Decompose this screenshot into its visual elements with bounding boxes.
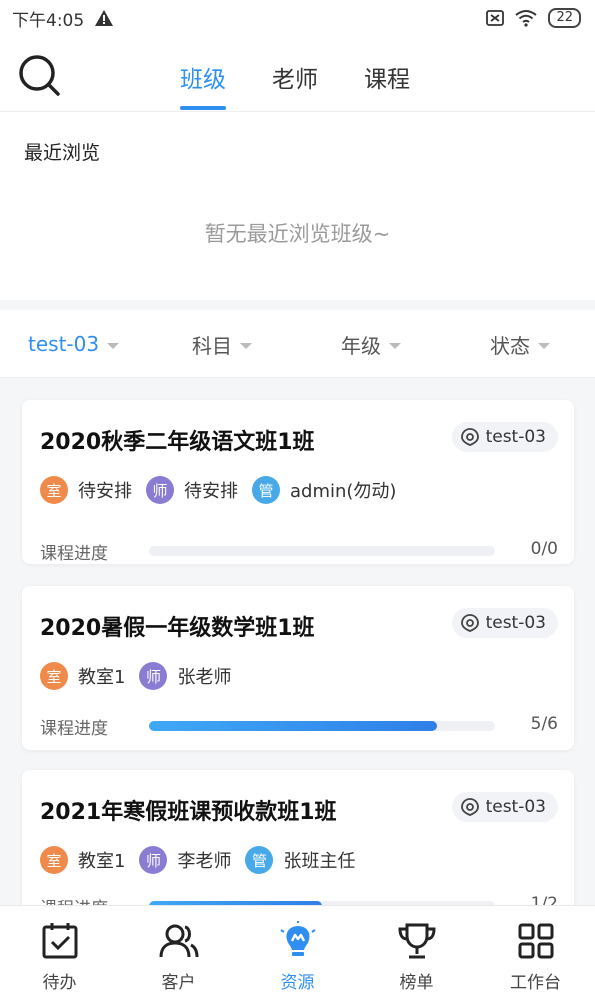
status-bar: 下午4:05 22 (0, 0, 595, 36)
person-name: 教室1 (78, 667, 126, 688)
filter-grade[interactable]: 年级 (341, 310, 401, 378)
person-name: admin(勿动) (290, 481, 397, 502)
person-manager: 管 张班主任 (245, 846, 355, 874)
progress-fill (149, 721, 438, 731)
progress-label: 课程进度 (40, 544, 108, 564)
top-tabs: 班级 老师 课程 (180, 36, 410, 112)
person-teacher: 师 张老师 (139, 662, 231, 690)
teacher-role-icon: 师 (139, 846, 168, 874)
trophy-icon (397, 923, 436, 959)
people-row: 室 教室1 师 张老师 (40, 662, 245, 690)
nav-label: 榜单 (399, 973, 434, 993)
person-name: 教室1 (78, 851, 126, 872)
caret-down-icon (107, 342, 120, 349)
campus-label: test-03 (485, 427, 546, 447)
recent-empty-text: 暂无最近浏览班级~ (204, 222, 391, 246)
users-icon (159, 924, 198, 958)
nav-resources[interactable]: 资源 (238, 906, 357, 1000)
sim-off-icon (486, 10, 505, 26)
campus-badge: test-03 (451, 792, 558, 822)
teacher-role-icon: 师 (139, 662, 168, 690)
nav-label: 工作台 (510, 973, 561, 993)
class-card[interactable]: 2020暑假一年级数学班1班 test-03 室 教室1 师 张老师 课程进度 … (22, 586, 574, 750)
recent-title: 最近浏览 (24, 142, 101, 164)
progress-value: 0/0 (530, 539, 558, 559)
nav-ranking[interactable]: 榜单 (357, 906, 476, 1000)
room-role-icon: 室 (40, 662, 68, 690)
manager-role-icon: 管 (245, 846, 274, 874)
caret-down-icon (538, 342, 550, 349)
filter-status[interactable]: 状态 (490, 310, 550, 378)
campus-label: test-03 (485, 613, 546, 633)
class-title: 2020暑假一年级数学班1班 (40, 616, 315, 641)
nav-customers[interactable]: 客户 (119, 906, 238, 1000)
person-name: 待安排 (184, 481, 238, 502)
person-name: 李老师 (177, 851, 232, 872)
person-room: 室 待安排 (40, 476, 132, 504)
tab-classes[interactable]: 班级 (180, 36, 226, 112)
tab-courses[interactable]: 课程 (364, 36, 410, 112)
app-header: 班级 老师 课程 (0, 36, 595, 112)
filter-label: 年级 (341, 333, 381, 358)
class-card[interactable]: 2021年寒假班课预收款班1班 test-03 室 教室1 师 李老师 管 张班… (22, 770, 574, 905)
person-manager: 管 admin(勿动) (252, 476, 396, 504)
recent-section: 最近浏览 暂无最近浏览班级~ (0, 112, 595, 300)
filter-campus[interactable]: test-03 (28, 310, 120, 378)
manager-role-icon: 管 (252, 476, 280, 504)
location-icon (460, 798, 479, 816)
location-icon (460, 614, 479, 632)
tab-teachers[interactable]: 老师 (272, 36, 318, 112)
teacher-role-icon: 师 (146, 476, 174, 504)
people-row: 室 教室1 师 李老师 管 张班主任 (40, 846, 369, 874)
status-time: 下午4:05 (12, 10, 85, 31)
filter-label: 状态 (490, 333, 530, 358)
progress-value: 1/2 (530, 894, 558, 905)
person-room: 室 教室1 (40, 662, 125, 690)
nav-todo[interactable]: 待办 (0, 906, 119, 1000)
person-room: 室 教室1 (40, 846, 125, 874)
nav-label: 待办 (42, 973, 77, 993)
room-role-icon: 室 (40, 846, 68, 874)
class-title: 2020秋季二年级语文班1班 (40, 430, 315, 455)
progress-value: 5/6 (530, 714, 558, 734)
wifi-icon (515, 10, 538, 27)
nav-workbench[interactable]: 工作台 (476, 906, 595, 1000)
filter-bar: test-03 科目 年级 状态 (0, 310, 595, 378)
person-teacher: 师 待安排 (146, 476, 238, 504)
lightbulb-icon (279, 921, 316, 956)
person-name: 待安排 (78, 481, 132, 502)
location-icon (460, 428, 479, 446)
campus-label: test-03 (485, 797, 546, 817)
person-name: 张老师 (177, 667, 232, 688)
class-card[interactable]: 2020秋季二年级语文班1班 test-03 室 待安排 师 待安排 管 adm… (22, 400, 574, 564)
progress-bar (149, 546, 495, 556)
warning-icon (95, 10, 114, 26)
filter-label: test-03 (28, 332, 100, 356)
campus-badge: test-03 (451, 422, 558, 452)
bottom-nav: 待办 客户 资源 榜单 工作台 (0, 905, 595, 1000)
caret-down-icon (389, 342, 401, 349)
progress-label: 课程进度 (40, 894, 108, 905)
progress-bar (149, 721, 495, 731)
search-icon[interactable] (16, 52, 62, 98)
person-teacher: 师 李老师 (139, 846, 231, 874)
class-list: 2020秋季二年级语文班1班 test-03 室 待安排 师 待安排 管 adm… (0, 380, 595, 905)
people-row: 室 待安排 师 待安排 管 admin(勿动) (40, 476, 410, 504)
progress-label: 课程进度 (40, 719, 108, 739)
class-title: 2021年寒假班课预收款班1班 (40, 800, 337, 825)
caret-down-icon (240, 342, 252, 349)
room-role-icon: 室 (40, 476, 68, 504)
filter-subject[interactable]: 科目 (192, 310, 252, 378)
calendar-check-icon (42, 923, 77, 959)
person-name: 张班主任 (283, 851, 356, 872)
nav-label: 客户 (161, 973, 196, 993)
battery-indicator: 22 (548, 8, 581, 28)
nav-label: 资源 (280, 973, 315, 993)
grid-icon (518, 923, 553, 959)
campus-badge: test-03 (451, 608, 558, 638)
filter-label: 科目 (192, 333, 232, 358)
